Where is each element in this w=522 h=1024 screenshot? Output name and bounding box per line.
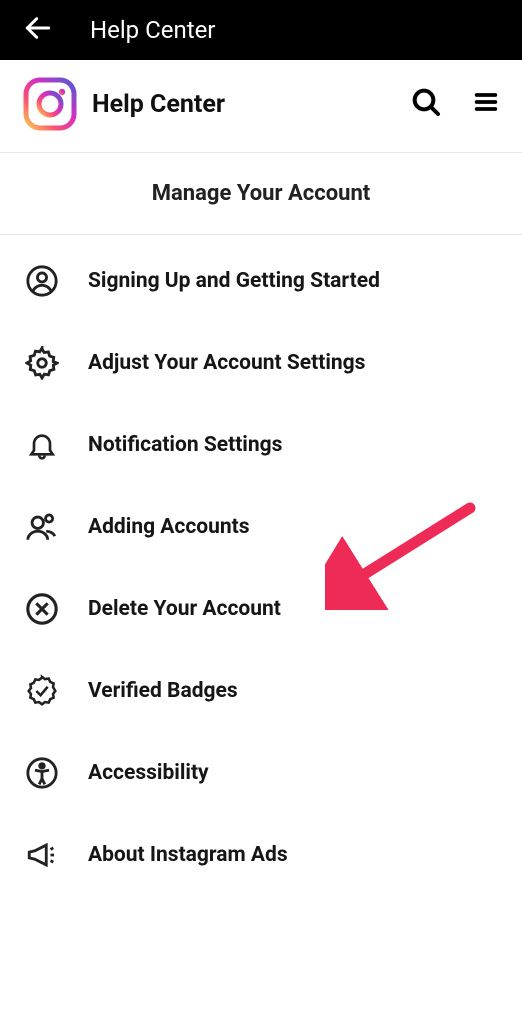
menu-item-label: Delete Your Account	[88, 597, 281, 621]
menu-item-label: Accessibility	[88, 761, 209, 785]
accessibility-icon	[24, 755, 60, 791]
gear-icon	[24, 345, 60, 381]
top-bar: Help Center	[0, 0, 522, 60]
menu-item-label: Signing Up and Getting Started	[88, 269, 380, 293]
menu-item-delete-account[interactable]: Delete Your Account	[0, 575, 522, 643]
menu-item-add-accounts[interactable]: Adding Accounts	[0, 493, 522, 561]
megaphone-icon	[24, 837, 60, 873]
menu-item-verified-badges[interactable]: Verified Badges	[0, 657, 522, 725]
search-icon[interactable]	[410, 86, 442, 122]
menu-item-label: Notification Settings	[88, 433, 282, 457]
menu-item-signup[interactable]: Signing Up and Getting Started	[0, 247, 522, 315]
menu-item-about-ads[interactable]: About Instagram Ads	[0, 821, 522, 889]
menu-item-accessibility[interactable]: Accessibility	[0, 739, 522, 807]
instagram-logo-icon[interactable]	[22, 76, 78, 132]
user-circle-icon	[24, 263, 60, 299]
menu-item-label: Verified Badges	[88, 679, 238, 703]
add-user-icon	[24, 509, 60, 545]
menu-item-settings[interactable]: Adjust Your Account Settings	[0, 329, 522, 397]
hamburger-menu-icon[interactable]	[472, 88, 500, 120]
menu-list: Signing Up and Getting Started Adjust Yo…	[0, 235, 522, 889]
x-circle-icon	[24, 591, 60, 627]
header-title: Help Center	[92, 90, 410, 119]
menu-item-notifications[interactable]: Notification Settings	[0, 411, 522, 479]
menu-item-label: Adjust Your Account Settings	[88, 351, 365, 375]
section-title: Manage Your Account	[0, 153, 522, 235]
menu-item-label: About Instagram Ads	[88, 843, 288, 867]
bell-icon	[24, 427, 60, 463]
menu-item-label: Adding Accounts	[88, 515, 250, 539]
verified-badge-icon	[24, 673, 60, 709]
topbar-title: Help Center	[90, 16, 215, 44]
back-arrow-icon[interactable]	[22, 12, 54, 48]
header: Help Center	[0, 60, 522, 153]
